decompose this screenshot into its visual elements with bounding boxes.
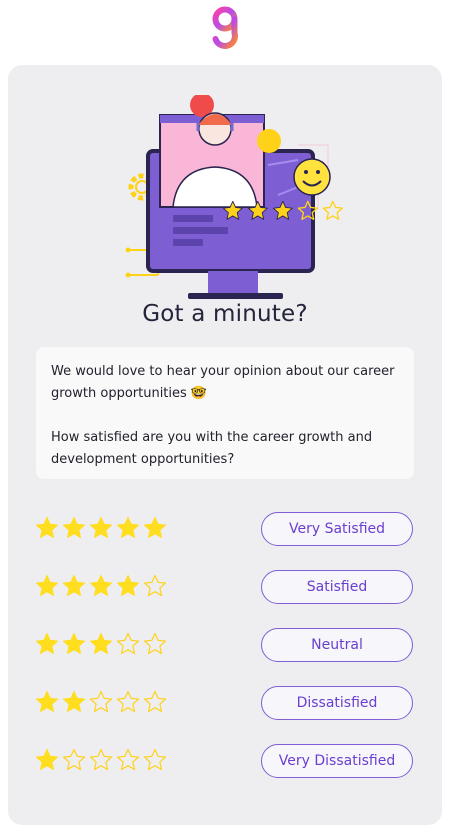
star-filled-icon xyxy=(63,691,85,712)
star-filled-icon xyxy=(63,517,85,538)
star-rating-1 xyxy=(35,748,167,774)
star-filled-icon xyxy=(36,575,58,596)
message-intro: We would love to hear your opinion about… xyxy=(51,364,395,401)
rating-row-2: Dissatisfied xyxy=(8,686,442,720)
star-outline-icon xyxy=(143,690,167,713)
star-filled-icon xyxy=(36,517,58,538)
star-filled-icon xyxy=(90,517,112,538)
star-filled-icon xyxy=(63,575,85,596)
page-title: Got a minute? xyxy=(142,301,308,327)
star-outline-icon xyxy=(143,574,167,597)
star-outline-icon xyxy=(116,748,140,771)
star-filled-icon xyxy=(144,517,166,538)
illustration-star-outline-icon xyxy=(322,200,343,221)
star-rating-2 xyxy=(35,690,167,716)
option-very-dissatisfied-button[interactable]: Very Dissatisfied xyxy=(261,744,413,778)
star-filled-icon xyxy=(36,633,58,654)
rating-row-3: Neutral xyxy=(8,628,442,662)
star-filled-icon xyxy=(90,575,112,596)
star-rating-4 xyxy=(35,574,167,600)
message-question: How satisfied are you with the career gr… xyxy=(51,430,373,467)
star-filled-icon xyxy=(36,749,58,770)
star-rating-3 xyxy=(35,632,167,658)
brand-logo-icon xyxy=(212,6,238,49)
star-outline-icon xyxy=(143,632,167,655)
star-outline-icon xyxy=(116,690,140,713)
rating-row-1: Very Dissatisfied xyxy=(8,744,442,778)
customer-support-monitor-illustration xyxy=(125,95,343,299)
survey-card: Got a minute? We would love to hear your… xyxy=(8,65,442,825)
star-outline-icon xyxy=(143,748,167,771)
option-very-satisfied-button[interactable]: Very Satisfied xyxy=(261,512,413,546)
rating-row-5: Very Satisfied xyxy=(8,512,442,546)
star-outline-icon xyxy=(89,748,113,771)
star-outline-icon xyxy=(116,632,140,655)
star-filled-icon xyxy=(117,575,139,596)
star-outline-icon xyxy=(89,690,113,713)
rating-row-4: Satisfied xyxy=(8,570,442,604)
survey-message: We would love to hear your opinion about… xyxy=(36,347,414,479)
option-satisfied-button[interactable]: Satisfied xyxy=(261,570,413,604)
star-filled-icon xyxy=(63,633,85,654)
star-filled-icon xyxy=(90,633,112,654)
star-filled-icon xyxy=(117,517,139,538)
star-rating-5 xyxy=(35,516,167,542)
star-outline-icon xyxy=(62,748,86,771)
option-neutral-button[interactable]: Neutral xyxy=(261,628,413,662)
option-dissatisfied-button[interactable]: Dissatisfied xyxy=(261,686,413,720)
star-filled-icon xyxy=(36,691,58,712)
